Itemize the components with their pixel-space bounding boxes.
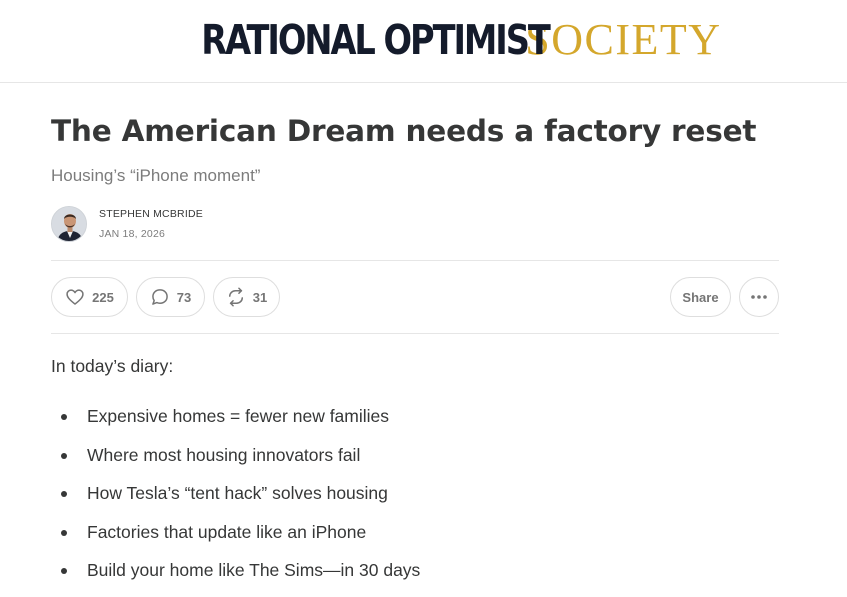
divider-top	[51, 260, 779, 261]
like-button[interactable]: 225	[51, 277, 128, 317]
like-count: 225	[92, 289, 114, 305]
bullet-dot	[61, 491, 67, 497]
list-item: Factories that update like an iPhone	[61, 522, 367, 543]
list-item-text: Build your home like The Sims—in 30 days	[87, 560, 421, 580]
author-name[interactable]: STEPHEN MCBRIDE	[99, 208, 203, 220]
bullet-dot	[61, 568, 67, 574]
comment-icon	[151, 289, 168, 305]
list-item: Expensive homes = fewer new families	[61, 406, 390, 427]
site-header: RATIONAL OPTIMISTSOCIETY	[0, 0, 847, 83]
list-item-text: Expensive homes = fewer new families	[87, 406, 390, 426]
intro-text: In today’s diary:	[51, 356, 174, 376]
bullet-dot	[61, 530, 67, 536]
comment-button[interactable]: 73	[136, 277, 205, 317]
bullet-dot	[61, 414, 67, 420]
more-options-button[interactable]	[739, 277, 779, 317]
heart-icon	[66, 289, 84, 305]
list-item-text: Where most housing innovators fail	[87, 445, 361, 465]
post-subtitle: Housing’s “iPhone moment”	[51, 166, 261, 185]
more-icon	[751, 295, 767, 299]
site-logo[interactable]: RATIONAL OPTIMISTSOCIETY	[0, 14, 847, 76]
author-photo	[52, 207, 86, 241]
logo-secondary-text: SOCIETY	[525, 15, 722, 64]
share-button[interactable]: Share	[670, 277, 731, 317]
list-item: Build your home like The Sims—in 30 days	[61, 560, 421, 581]
restack-button[interactable]: 31	[213, 277, 280, 317]
comment-count: 73	[176, 289, 192, 305]
share-label: Share	[682, 289, 719, 305]
list-item: How Tesla’s “tent hack” solves housing	[61, 483, 388, 504]
restack-icon	[228, 287, 243, 307]
avatar[interactable]	[51, 206, 87, 242]
divider-bottom	[51, 333, 779, 334]
restack-count: 31	[252, 289, 268, 305]
list-item-text: Factories that update like an iPhone	[87, 522, 367, 542]
bullet-dot	[61, 453, 67, 459]
list-item: Where most housing innovators fail	[61, 445, 361, 466]
list-item-text: How Tesla’s “tent hack” solves housing	[87, 483, 388, 503]
post-title: The American Dream needs a factory reset	[51, 114, 757, 148]
post-date: JAN 18, 2026	[99, 228, 166, 240]
logo-primary-text: RATIONAL OPTIMIST	[201, 16, 552, 64]
